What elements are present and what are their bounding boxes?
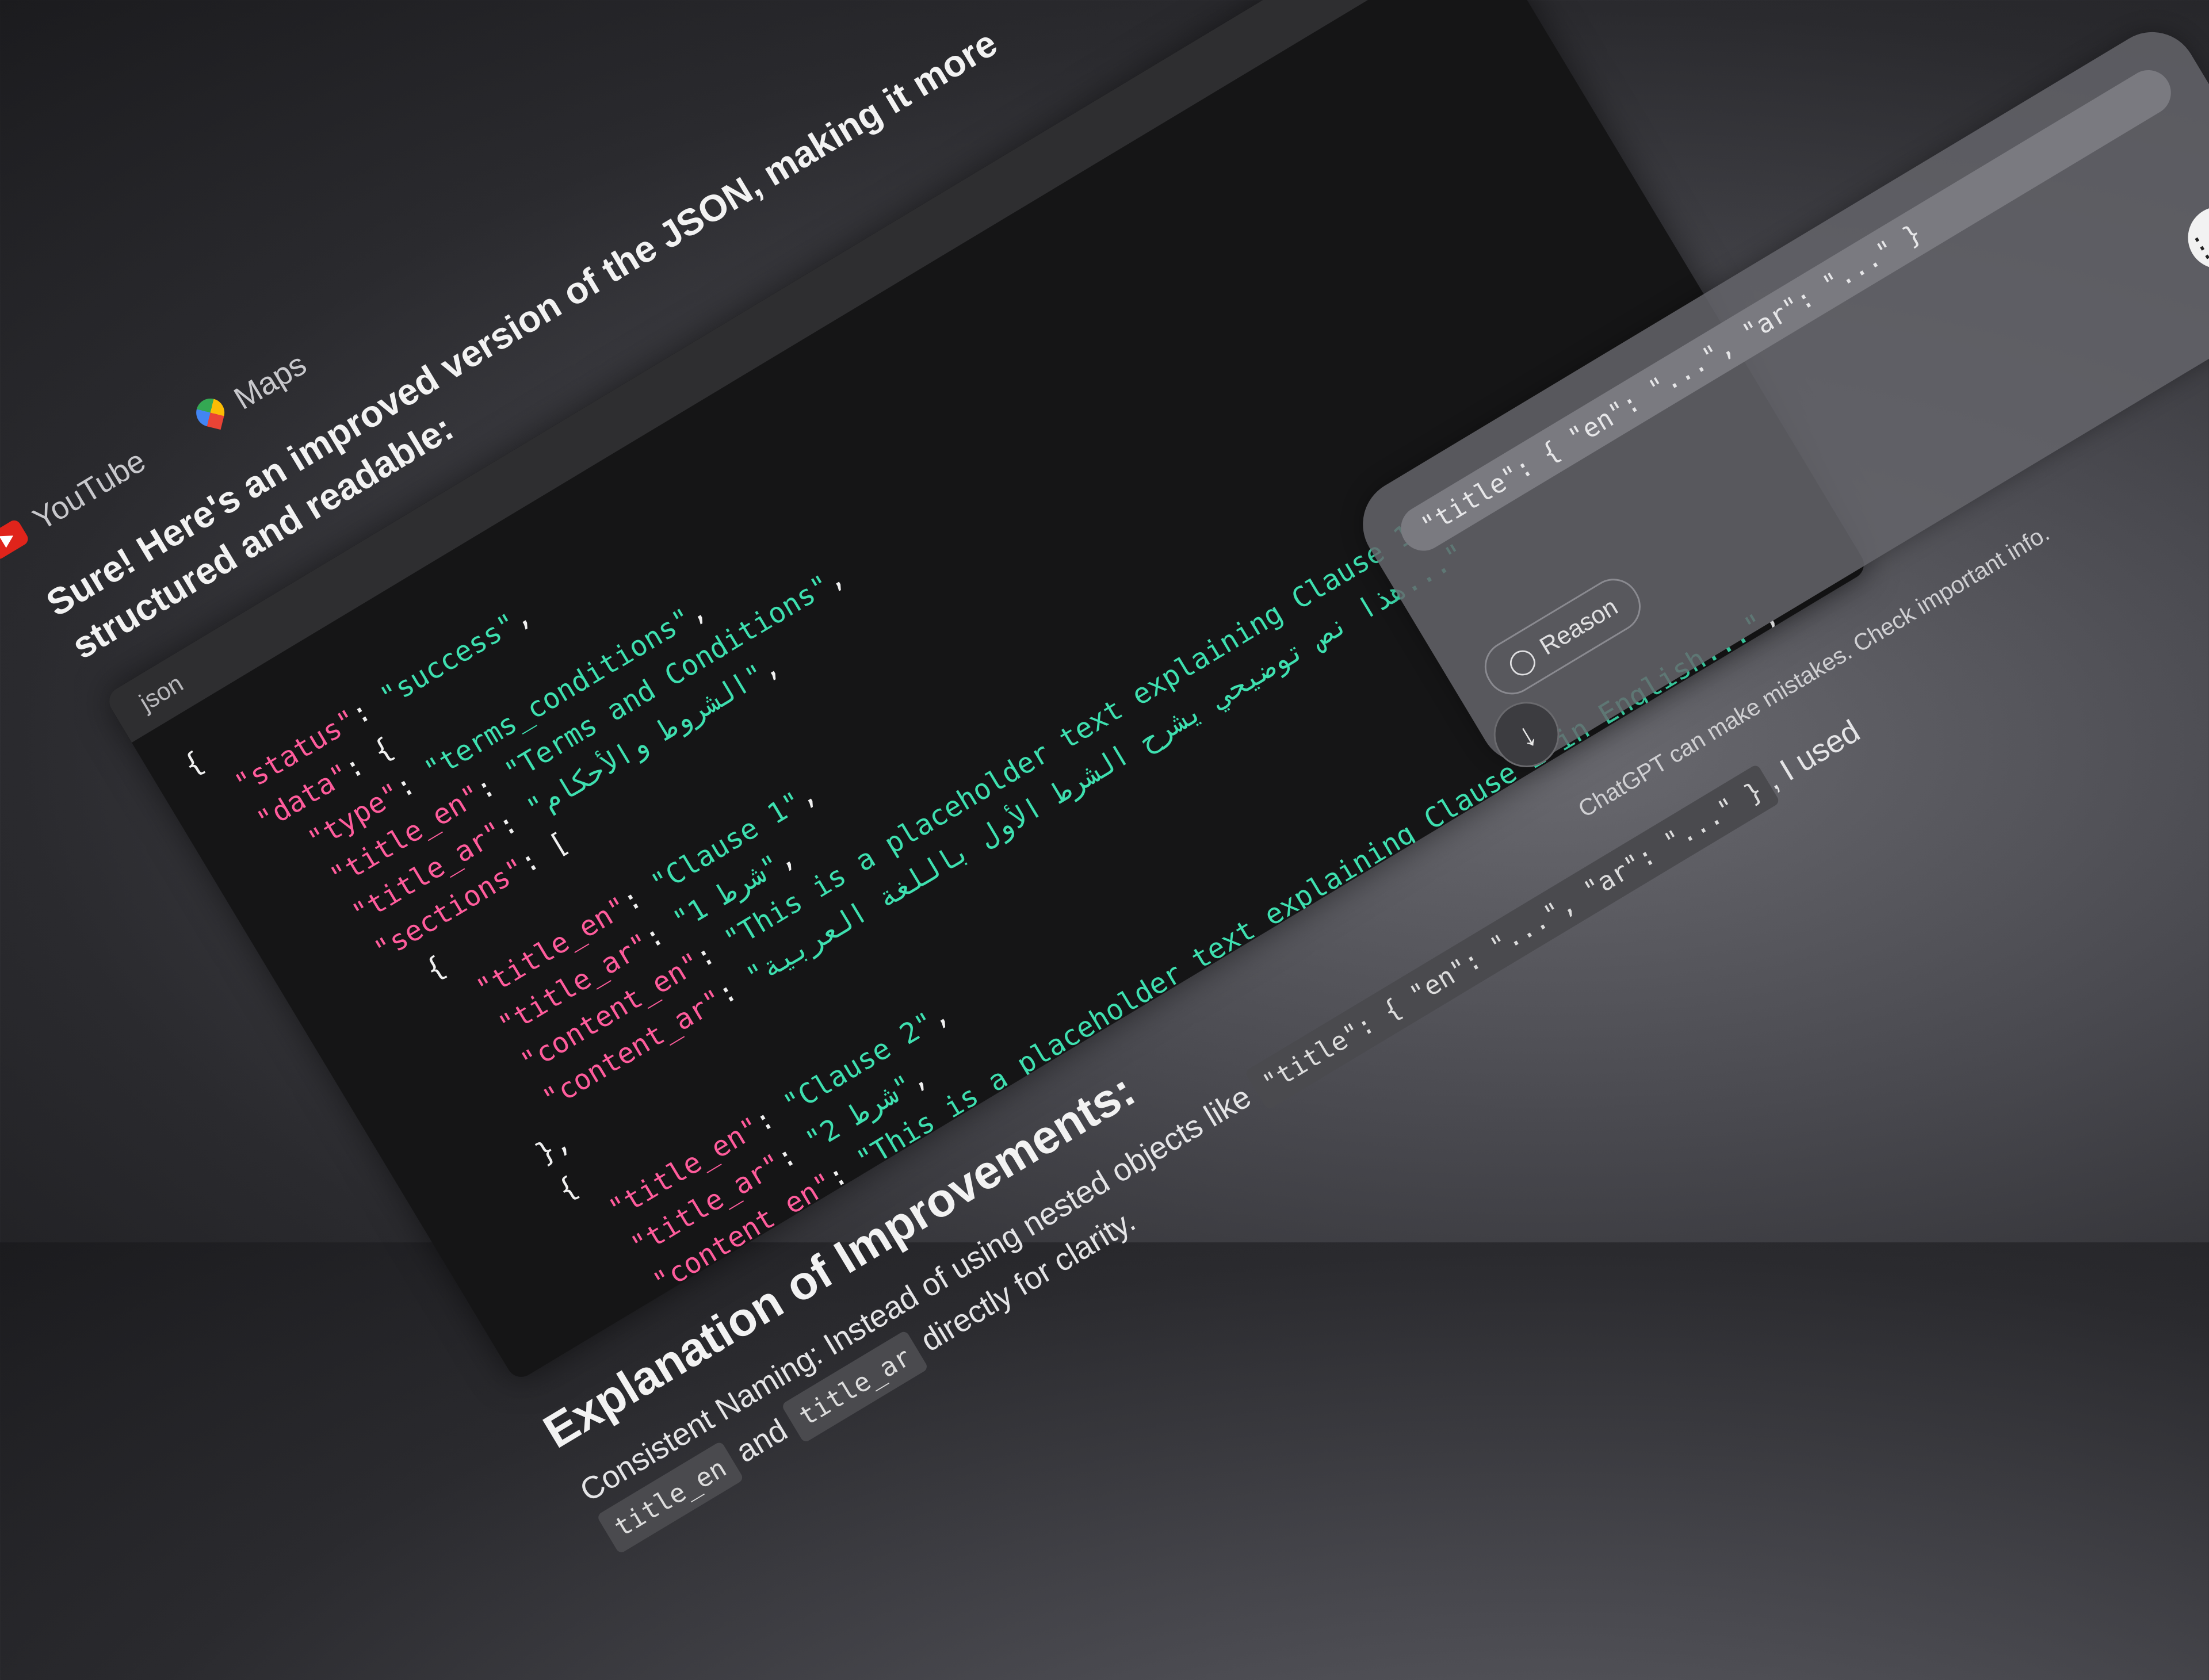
- reason-label: Reason: [1535, 592, 1623, 661]
- item-text: and: [729, 1411, 793, 1469]
- bookmark-maps[interactable]: Maps: [191, 346, 313, 439]
- youtube-icon: [0, 518, 30, 561]
- maps-icon: [191, 393, 234, 438]
- json-punct: {: [178, 745, 209, 782]
- bookmark-label: Maps: [227, 346, 312, 416]
- screen-content: YouTube Maps Sure! Here's an improved ve…: [0, 0, 2209, 1680]
- reason-button[interactable]: ◯ Reason: [1475, 569, 1650, 705]
- bookmark-label: YouTube: [26, 442, 152, 537]
- lightbulb-icon: ◯: [1503, 642, 1541, 680]
- voice-icon[interactable]: ⋮•⋮: [2176, 195, 2209, 281]
